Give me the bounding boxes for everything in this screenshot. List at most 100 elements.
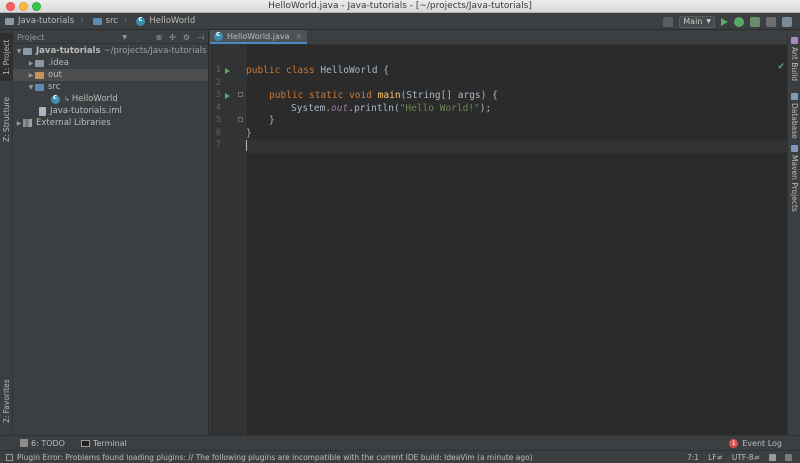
- tree-item-helloworld[interactable]: ↳ HelloWorld: [13, 93, 208, 105]
- source-folder-icon: [35, 83, 44, 91]
- line-number: 5: [215, 115, 221, 125]
- encoding-selector[interactable]: UTF-8≠: [732, 453, 760, 462]
- tab-favorites-label: 2: Favorites: [2, 379, 11, 423]
- tab-maven-projects[interactable]: Maven Projects: [788, 145, 800, 219]
- window-title: HelloWorld.java - Java-tutorials - [~/pr…: [268, 1, 532, 11]
- code-token: }: [246, 127, 252, 139]
- run-gutter-icon[interactable]: [225, 93, 230, 99]
- breadcrumb-project[interactable]: Java-tutorials ›: [0, 13, 88, 30]
- tab-structure[interactable]: Z: Structure: [0, 91, 13, 149]
- tab-favorites[interactable]: 2: Favorites: [0, 371, 13, 431]
- tree-root-name: Java-tutorials: [36, 46, 101, 56]
- collapsed-arrow-icon[interactable]: ▶: [27, 60, 35, 67]
- line-number: 4: [215, 102, 221, 113]
- breadcrumb-label: Java-tutorials: [18, 16, 75, 26]
- scroll-from-source-icon[interactable]: ⊗: [155, 33, 162, 42]
- project-folder-icon: [5, 17, 14, 25]
- keyword-token: public class: [246, 65, 321, 76]
- toggle-tool-windows-icon[interactable]: [6, 453, 13, 461]
- breadcrumb-class[interactable]: HelloWorld: [131, 13, 199, 30]
- tree-item-label: src: [48, 82, 61, 92]
- project-tree: ▼ Java-tutorials ~/projects/Java-tutoria…: [13, 44, 208, 129]
- fold-icon[interactable]: [238, 92, 243, 97]
- expanded-arrow-icon[interactable]: ▼: [27, 84, 35, 91]
- window-minimize-button[interactable]: [19, 2, 28, 11]
- close-icon[interactable]: ×: [296, 32, 303, 41]
- event-log-button[interactable]: 1 Event Log: [729, 438, 782, 448]
- expanded-arrow-icon[interactable]: ▼: [15, 48, 23, 55]
- stop-icon[interactable]: [766, 16, 776, 27]
- project-panel-tools: ⊗ ✣ ⚙ ⊣: [155, 33, 204, 42]
- window-close-button[interactable]: [6, 2, 15, 11]
- tree-item-iml[interactable]: Java-tutorials.iml: [13, 105, 208, 117]
- tree-item-label: .idea: [48, 58, 69, 68]
- tree-item-idea[interactable]: ▶ .idea: [13, 57, 208, 69]
- run-config-label: Main: [683, 17, 703, 26]
- run-gutter-icon[interactable]: [225, 68, 230, 74]
- ant-icon: [791, 37, 798, 44]
- field-token: out: [331, 102, 349, 114]
- line-number: 2: [215, 77, 221, 88]
- inspector-icon[interactable]: [785, 453, 792, 461]
- build-icon[interactable]: [663, 16, 674, 27]
- project-structure-icon[interactable]: [782, 16, 792, 27]
- fold-icon[interactable]: [238, 117, 243, 122]
- hide-panel-icon[interactable]: ⊣: [197, 33, 204, 42]
- tab-ant-build[interactable]: Ant Build: [788, 37, 800, 89]
- breadcrumb-label: HelloWorld: [149, 16, 196, 26]
- chevron-down-icon[interactable]: ▼: [122, 34, 127, 41]
- line-separator-selector[interactable]: LF≠: [708, 453, 723, 462]
- breadcrumb-label: src: [105, 16, 118, 26]
- tree-item-root[interactable]: ▼ Java-tutorials ~/projects/Java-tutoria…: [13, 45, 208, 57]
- method-token: main: [377, 90, 401, 101]
- left-tool-strip: 1: Project Z: Structure 2: Favorites: [0, 31, 13, 435]
- tab-maven-label: Maven Projects: [790, 155, 799, 212]
- tree-item-label: out: [48, 70, 62, 80]
- tab-project-label: 1: Project: [2, 39, 11, 75]
- project-view-selector[interactable]: Project: [17, 33, 44, 42]
- inspection-ok-icon[interactable]: ✔: [777, 62, 785, 72]
- window-titlebar: HelloWorld.java - Java-tutorials - [~/pr…: [0, 0, 800, 13]
- tree-item-external-libraries[interactable]: ▶ External Libraries: [13, 117, 208, 129]
- terminal-button[interactable]: Terminal: [80, 439, 127, 448]
- project-panel: Project ▼ ⊗ ✣ ⚙ ⊣ ▼ Java-tutorials ~/pro…: [13, 31, 209, 435]
- collapsed-arrow-icon[interactable]: ▶: [27, 72, 35, 79]
- tree-root-path: ~/projects/Java-tutorials: [103, 46, 207, 56]
- code-token: (String[] args) {: [400, 90, 498, 101]
- breadcrumb-src[interactable]: src ›: [88, 13, 132, 30]
- window-maximize-button[interactable]: [32, 2, 41, 11]
- status-message[interactable]: Plugin Error: Problems found loading plu…: [17, 453, 533, 462]
- tree-item-src[interactable]: ▼ src: [13, 81, 208, 93]
- coverage-icon[interactable]: [750, 16, 760, 27]
- todo-label: 6: TODO: [31, 438, 65, 448]
- caret-position[interactable]: 7:1: [687, 453, 699, 462]
- module-file-icon: [39, 106, 46, 116]
- collapsed-arrow-icon[interactable]: ▶: [15, 120, 23, 127]
- code-line-4: System.out.println("Hello World!");: [246, 103, 787, 116]
- tab-database[interactable]: Database: [788, 93, 800, 141]
- todo-button[interactable]: 6: TODO: [20, 439, 65, 448]
- run-configuration-select[interactable]: Main ▼: [679, 15, 715, 28]
- gear-icon[interactable]: ⚙: [183, 33, 190, 42]
- tree-item-out[interactable]: ▶ out: [13, 69, 208, 81]
- code-line-1: public class HelloWorld {: [246, 65, 787, 78]
- breadcrumb-separator-icon: ›: [123, 16, 128, 26]
- debug-icon[interactable]: [734, 16, 744, 27]
- run-icon[interactable]: [721, 17, 728, 26]
- code-editor[interactable]: public class HelloWorld { public static …: [246, 45, 787, 435]
- module-folder-icon: [23, 47, 32, 55]
- line-number: 7: [215, 140, 221, 150]
- tree-item-label: Java-tutorials.iml: [50, 106, 122, 116]
- tab-helloworld-java[interactable]: HelloWorld.java ×: [210, 30, 308, 44]
- tab-project[interactable]: 1: Project: [0, 33, 13, 81]
- editor-area: HelloWorld.java × 1 2 3 4 5 6 7 public c…: [210, 30, 787, 435]
- code-token: HelloWorld {: [320, 65, 389, 76]
- code-token: .println(: [348, 102, 400, 114]
- tree-item-label: External Libraries: [36, 118, 111, 128]
- breadcrumb-separator-icon: ›: [80, 16, 84, 26]
- toolbar-right: Main ▼: [663, 13, 800, 30]
- collapse-all-icon[interactable]: ✣: [169, 33, 176, 42]
- editor-gutter[interactable]: 1 2 3 4 5 6 7: [210, 45, 246, 435]
- lock-icon[interactable]: [769, 453, 776, 461]
- chevron-down-icon: ▼: [706, 18, 711, 25]
